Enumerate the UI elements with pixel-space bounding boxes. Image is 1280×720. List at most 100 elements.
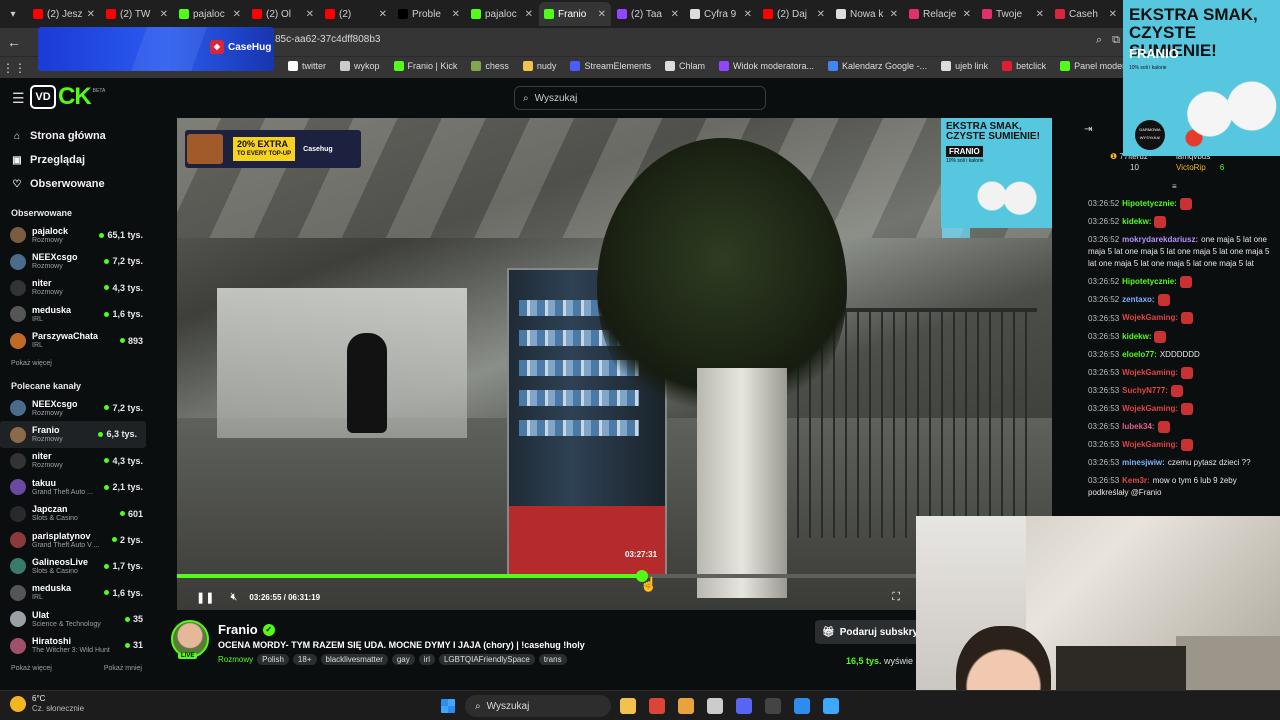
apps-grid-icon[interactable]: ⋮⋮ — [0, 61, 28, 75]
bookmark-item[interactable]: Franio | Kick — [393, 61, 457, 71]
url-field[interactable]: 85c-aa62-37c4dff808b3 — [275, 34, 380, 45]
chat-username[interactable]: eloelo77: — [1122, 350, 1157, 359]
channel-item[interactable]: ParszywaChata IRL 893 — [0, 328, 152, 354]
kick-logo[interactable]: VD CK BETA — [30, 83, 105, 111]
close-tab-icon[interactable]: ✕ — [744, 9, 752, 20]
show-more-followed[interactable]: Pokaż więcej — [0, 360, 152, 367]
browser-tab[interactable]: Proble ✕ — [393, 2, 465, 26]
browser-tab[interactable]: (2) ✕ — [320, 2, 392, 26]
bookmark-item[interactable]: Kalendarz Google -... — [828, 61, 927, 71]
collapse-chat-icon[interactable]: ⇥ — [1084, 124, 1092, 135]
close-tab-icon[interactable]: ✕ — [379, 9, 387, 20]
notepad-icon[interactable] — [794, 698, 810, 714]
browser-tab[interactable]: (2) Taa ✕ — [612, 2, 684, 26]
channel-item[interactable]: Franio Rozmowy 6,3 tys. — [0, 421, 146, 448]
channel-item[interactable]: pajalock Rozmowy 65,1 tys. — [0, 222, 152, 248]
channel-item[interactable]: niter Rozmowy 4,3 tys. — [0, 448, 152, 474]
bookmark-item[interactable]: wykop — [340, 61, 380, 71]
close-tab-icon[interactable]: ✕ — [525, 9, 533, 20]
close-tab-icon[interactable]: ✕ — [598, 9, 606, 20]
close-tab-icon[interactable]: ✕ — [890, 9, 898, 20]
channel-item[interactable]: Hiratoshi The Witcher 3: Wild Hunt 31 — [0, 632, 152, 658]
chat-username[interactable]: WojekGaming: — [1122, 440, 1178, 449]
close-tab-icon[interactable]: ✕ — [306, 9, 314, 20]
channel-item[interactable]: Japczan Slots & Casino 601 — [0, 501, 152, 527]
close-tab-icon[interactable]: ✕ — [87, 9, 95, 20]
tab-search-chevron-icon[interactable]: ▾ — [4, 5, 22, 23]
close-tab-icon[interactable]: ✕ — [671, 9, 679, 20]
channel-item[interactable]: takuu Grand Theft Auto ... 2,1 tys. — [0, 474, 152, 500]
stream-tag[interactable]: LGBTQIAFriendlySpace — [438, 654, 535, 665]
fullscreen-icon[interactable]: ⛶ — [892, 591, 900, 604]
bookmark-item[interactable]: Widok moderatora... — [718, 61, 814, 71]
bookmark-item[interactable]: ujeb link — [941, 61, 988, 71]
taskbar-search[interactable]: ⌕ Wyszukaj — [465, 695, 611, 717]
stream-tag[interactable]: gay — [391, 654, 415, 665]
discord-icon[interactable] — [736, 698, 752, 714]
pause-icon[interactable]: ❚❚ — [196, 591, 214, 604]
stream-tag[interactable]: 18+ — [292, 654, 317, 665]
browser-tab[interactable]: pajaloc ✕ — [174, 2, 246, 26]
bookmark-item[interactable]: StreamElements — [570, 61, 651, 71]
streamer-name[interactable]: Franio — [218, 622, 258, 637]
close-tab-icon[interactable]: ✕ — [160, 9, 168, 20]
windows-start-icon[interactable] — [441, 699, 455, 713]
casehug-banner-ad[interactable]: ◆ CaseHug — [38, 27, 274, 71]
chat-username[interactable]: SuchyN777: — [1122, 386, 1168, 395]
browser-tab[interactable]: Nowa k ✕ — [831, 2, 903, 26]
chat-username[interactable]: minesjwiw: — [1122, 458, 1165, 467]
mute-icon[interactable]: 🔇︎ — [230, 591, 237, 604]
bookmark-item[interactable]: nudy — [522, 61, 556, 71]
chat-username[interactable]: Hipotetycznie: — [1122, 277, 1177, 286]
globe-icon[interactable] — [823, 698, 839, 714]
chat-username[interactable]: WojekGaming: — [1122, 404, 1178, 413]
close-tab-icon[interactable]: ✕ — [1109, 9, 1117, 20]
browser-tab[interactable]: (2) Ol ✕ — [247, 2, 319, 26]
stream-tag[interactable]: trans — [538, 654, 567, 665]
search-box[interactable]: ⌕ Wyszukaj — [514, 86, 766, 110]
chat-username[interactable]: kidekw: — [1122, 332, 1151, 341]
zoom-icon[interactable]: ⌕ — [1096, 34, 1102, 47]
bookmark-item[interactable]: Chlam — [664, 61, 705, 71]
channel-item[interactable]: NEEXcsgo Rozmowy 7,2 tys. — [0, 248, 152, 274]
channel-item[interactable]: GalineosLive Slots & Casino 1,7 tys. — [0, 553, 152, 579]
chat-username[interactable]: WojekGaming: — [1122, 314, 1178, 323]
channel-item[interactable]: meduska IRL 1,6 tys. — [0, 580, 152, 606]
bookmark-item[interactable]: chess — [471, 61, 509, 71]
chat-username[interactable]: kidekw: — [1122, 217, 1151, 226]
menu-icon[interactable]: ☰ — [12, 90, 25, 107]
stream-category[interactable]: Rozmowy — [218, 655, 253, 664]
browser-tab[interactable]: Franio ✕ — [539, 2, 611, 26]
browser-tab[interactable]: pajaloc ✕ — [466, 2, 538, 26]
search-input[interactable]: Wyszukaj — [535, 93, 578, 104]
channel-item[interactable]: parisplatynov Grand Theft Auto V ... 2 tys… — [0, 527, 152, 553]
stream-tag[interactable]: blacklivesmatter — [320, 654, 388, 665]
browser-tab[interactable]: (2) Daj ✕ — [758, 2, 830, 26]
close-tab-icon[interactable]: ✕ — [817, 9, 825, 20]
browser-tab[interactable]: Relacje ✕ — [904, 2, 976, 26]
chrome-icon[interactable] — [649, 698, 665, 714]
weather-widget[interactable]: 6°C Cz. słonecznie — [10, 694, 84, 714]
chat-username[interactable]: lubek34: — [1122, 422, 1154, 431]
channel-item[interactable]: niter Rozmowy 4,3 tys. — [0, 275, 152, 301]
chat-username[interactable]: Kem3r: — [1122, 476, 1150, 485]
browser-tab[interactable]: Twoje ✕ — [977, 2, 1049, 26]
show-less-recommended[interactable]: Pokaż mniej — [104, 665, 142, 672]
chat-username[interactable]: WojekGaming: — [1122, 368, 1178, 377]
browser-tab[interactable]: (2) TW ✕ — [101, 2, 173, 26]
terminal-icon[interactable] — [765, 698, 781, 714]
channel-item[interactable]: Ulat Science & Technology 35 — [0, 606, 152, 632]
close-tab-icon[interactable]: ✕ — [233, 9, 241, 20]
app-icon[interactable] — [678, 698, 694, 714]
close-tab-icon[interactable]: ✕ — [452, 9, 460, 20]
nav-item[interactable]: ⌂ Strona główna — [0, 124, 152, 148]
bookmark-item[interactable]: twitter — [288, 61, 326, 71]
chat-username[interactable]: zentaxo: — [1122, 295, 1154, 304]
bookmark-item[interactable]: betclick — [1002, 61, 1046, 71]
channel-item[interactable]: NEEXcsgo Rozmowy 7,2 tys. — [0, 395, 152, 421]
share-icon[interactable]: ⧉ — [1112, 34, 1120, 47]
browser-tab[interactable]: Caseh ✕ — [1050, 2, 1122, 26]
nav-item[interactable]: ▣ Przeglądaj — [0, 148, 152, 172]
pinned-icon[interactable]: ≡ — [1172, 182, 1177, 191]
nav-item[interactable]: ♡ Obserwowane — [0, 172, 152, 196]
